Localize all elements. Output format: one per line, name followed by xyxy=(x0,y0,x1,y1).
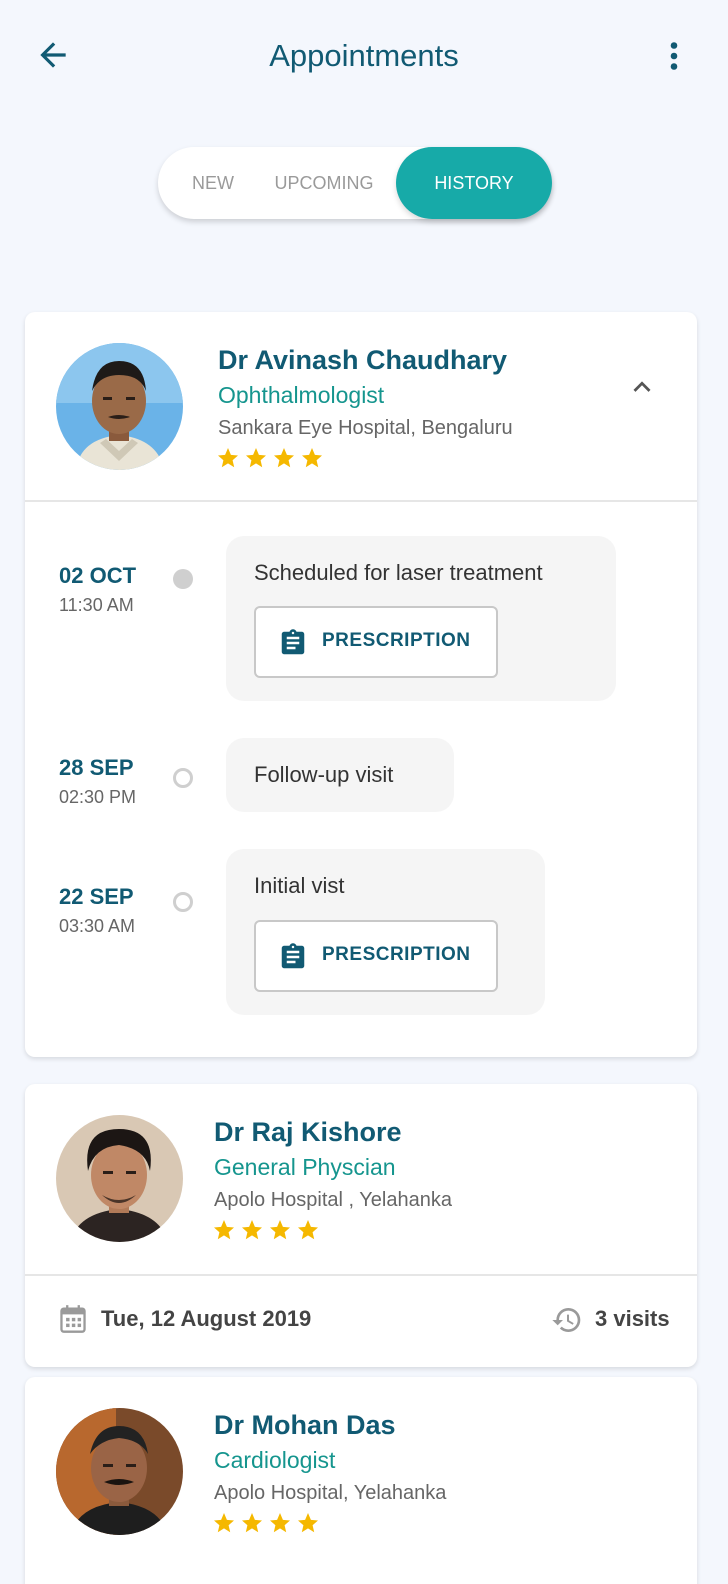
star-icon xyxy=(270,1220,290,1240)
timeline-dot xyxy=(173,892,193,912)
history-icon xyxy=(552,1308,581,1332)
star-icon xyxy=(298,1220,318,1240)
last-visit-date: Tue, 12 August 2019 xyxy=(101,1306,312,1331)
doctor-specialty: General Physcian xyxy=(214,1154,396,1180)
star-icon xyxy=(242,1513,262,1533)
doctor-hospital: Sankara Eye Hospital, Bengaluru xyxy=(218,417,513,439)
chevron-up-icon xyxy=(633,381,651,392)
rating-stars xyxy=(212,1511,320,1535)
doctor-name: Dr Avinash Chaudhary xyxy=(218,345,508,375)
doctor-card[interactable]: Dr Mohan Das Cardiologist Apolo Hospital… xyxy=(25,1377,697,1584)
doctor-name: Dr Mohan Das xyxy=(214,1410,396,1440)
overflow-menu-button[interactable] xyxy=(656,38,692,74)
tab-history[interactable]: HISTORY xyxy=(396,147,552,219)
visit-note: Scheduled for laser treatment xyxy=(254,560,543,585)
divider xyxy=(25,500,697,502)
doctor-avatar xyxy=(56,1115,183,1242)
visit-entry: Follow-up visit xyxy=(226,738,454,812)
visit-entry: Initial vist PRESCRIPTION xyxy=(226,849,545,1015)
clipboard-icon xyxy=(281,943,305,969)
doctor-hospital: Apolo Hospital , Yelahanka xyxy=(214,1189,452,1211)
star-icon xyxy=(242,1220,262,1240)
doctor-specialty: Ophthalmologist xyxy=(218,382,385,408)
more-vert-icon xyxy=(670,42,678,70)
page-title: Appointments xyxy=(269,38,459,73)
collapse-button[interactable] xyxy=(625,370,659,404)
visit-time: 11:30 AM xyxy=(59,595,134,615)
clipboard-icon xyxy=(281,629,305,655)
star-icon xyxy=(270,1513,290,1533)
doctor-card[interactable]: Dr Raj Kishore General Physcian Apolo Ho… xyxy=(25,1084,697,1367)
app-bar: Appointments xyxy=(0,0,728,110)
rating-stars xyxy=(216,446,324,470)
rating-stars xyxy=(212,1218,320,1242)
appointment-tabs: NEW UPCOMING HISTORY xyxy=(158,147,552,219)
doctor-card[interactable]: Dr Avinash Chaudhary Ophthalmologist San… xyxy=(25,312,697,1057)
tab-upcoming[interactable]: UPCOMING xyxy=(266,147,382,219)
doctor-name: Dr Raj Kishore xyxy=(214,1117,402,1147)
prescription-button[interactable]: PRESCRIPTION xyxy=(254,606,498,678)
timeline-dot xyxy=(173,569,193,589)
doctor-hospital: Apolo Hospital, Yelahanka xyxy=(214,1482,447,1504)
timeline-dot xyxy=(173,768,193,788)
divider xyxy=(25,1274,697,1276)
visit-note: Initial vist xyxy=(254,873,345,898)
visit-date: 02 OCT xyxy=(59,563,137,588)
doctor-avatar xyxy=(56,1408,183,1535)
star-icon xyxy=(246,448,266,468)
visit-count: 3 visits xyxy=(595,1306,670,1331)
prescription-label: PRESCRIPTION xyxy=(322,630,471,651)
visit-time: 03:30 AM xyxy=(59,916,136,936)
star-icon xyxy=(218,448,238,468)
visit-time: 02:30 PM xyxy=(59,787,137,807)
calendar-icon xyxy=(60,1305,86,1333)
doctor-avatar xyxy=(56,343,183,470)
doctor-specialty: Cardiologist xyxy=(214,1447,336,1473)
tab-new[interactable]: NEW xyxy=(178,147,248,219)
visit-date: 28 SEP xyxy=(59,755,134,780)
visit-entry: Scheduled for laser treatment PRESCRIPTI… xyxy=(226,536,616,701)
star-icon xyxy=(214,1513,234,1533)
star-icon xyxy=(298,1513,318,1533)
star-icon xyxy=(214,1220,234,1240)
star-icon xyxy=(302,448,322,468)
visit-note: Follow-up visit xyxy=(254,762,394,787)
visit-date: 22 SEP xyxy=(59,884,134,909)
prescription-label: PRESCRIPTION xyxy=(322,944,471,965)
star-icon xyxy=(274,448,294,468)
prescription-button[interactable]: PRESCRIPTION xyxy=(254,920,498,992)
